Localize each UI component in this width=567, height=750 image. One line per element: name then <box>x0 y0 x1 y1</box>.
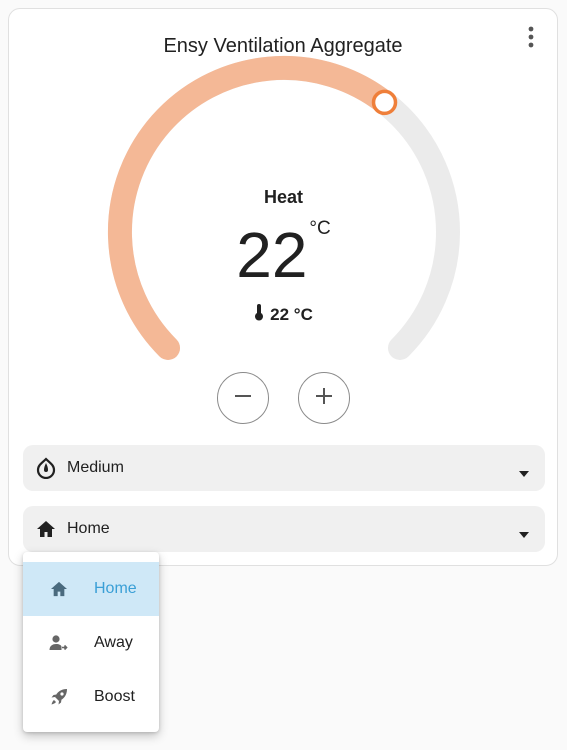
preset-mode-value: Home <box>67 520 110 537</box>
chevron-down-icon <box>519 525 529 543</box>
fan-mode-select[interactable]: Medium <box>23 445 545 491</box>
target-temperature: 22 °C <box>0 215 567 295</box>
fan-speed-icon <box>35 457 57 479</box>
rocket-icon <box>48 686 70 708</box>
preset-option-label: Home <box>94 580 137 597</box>
decrease-temperature-button[interactable] <box>217 372 269 424</box>
current-temperature: 22 °C <box>0 303 567 326</box>
increase-temperature-button[interactable] <box>298 372 350 424</box>
chevron-down-icon <box>519 464 529 482</box>
thermometer-icon <box>254 303 264 326</box>
preset-option-boost[interactable]: Boost <box>23 670 159 724</box>
preset-option-label: Away <box>94 634 133 651</box>
preset-option-home[interactable]: Home <box>23 562 159 616</box>
target-temperature-value: 22 <box>236 219 308 291</box>
preset-dropdown-menu: Home Away Boost <box>23 552 159 732</box>
minus-icon <box>234 387 252 410</box>
hvac-mode-label: Heat <box>263 187 303 207</box>
preset-mode-select[interactable]: Home <box>23 506 545 552</box>
account-arrow-right-icon <box>48 632 70 654</box>
home-icon <box>35 518 57 540</box>
plus-icon <box>315 387 333 410</box>
setpoint-handle[interactable] <box>371 89 398 116</box>
home-icon <box>48 578 70 600</box>
target-temperature-unit: °C <box>309 218 331 239</box>
current-temperature-value: 22 °C <box>270 304 313 324</box>
fan-mode-value: Medium <box>67 459 124 476</box>
preset-option-away[interactable]: Away <box>23 616 159 670</box>
preset-option-label: Boost <box>94 688 135 705</box>
